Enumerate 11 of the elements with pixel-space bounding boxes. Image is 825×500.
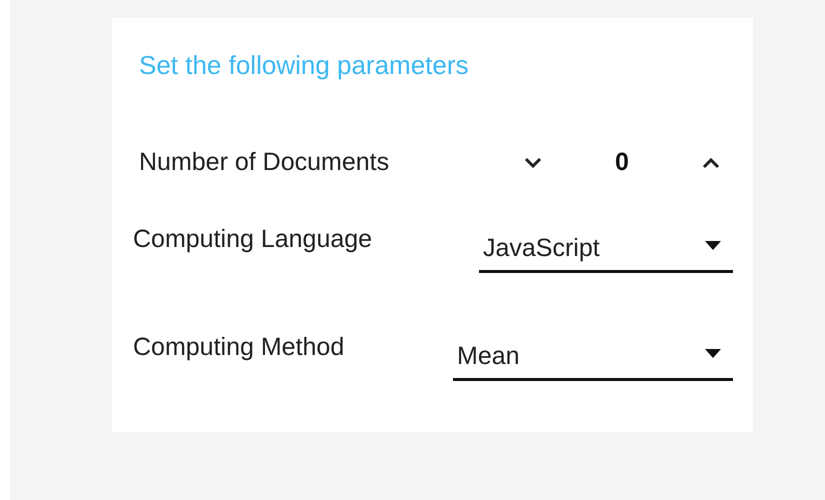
chevron-down-icon [524, 157, 542, 169]
field-label: Computing Method [133, 332, 346, 363]
dropdown-field[interactable]: Mean [453, 329, 733, 381]
caret-down-icon [705, 241, 721, 250]
field-label: Number of Documents [139, 147, 390, 178]
caret-down-icon [705, 349, 721, 358]
field-label: Computing Language [133, 224, 374, 255]
dropdown-field[interactable]: JavaScript [479, 221, 733, 273]
counter-value: 0 [615, 147, 629, 178]
chevron-up-icon [702, 157, 720, 169]
section-title: Set the following parameters [139, 49, 469, 82]
